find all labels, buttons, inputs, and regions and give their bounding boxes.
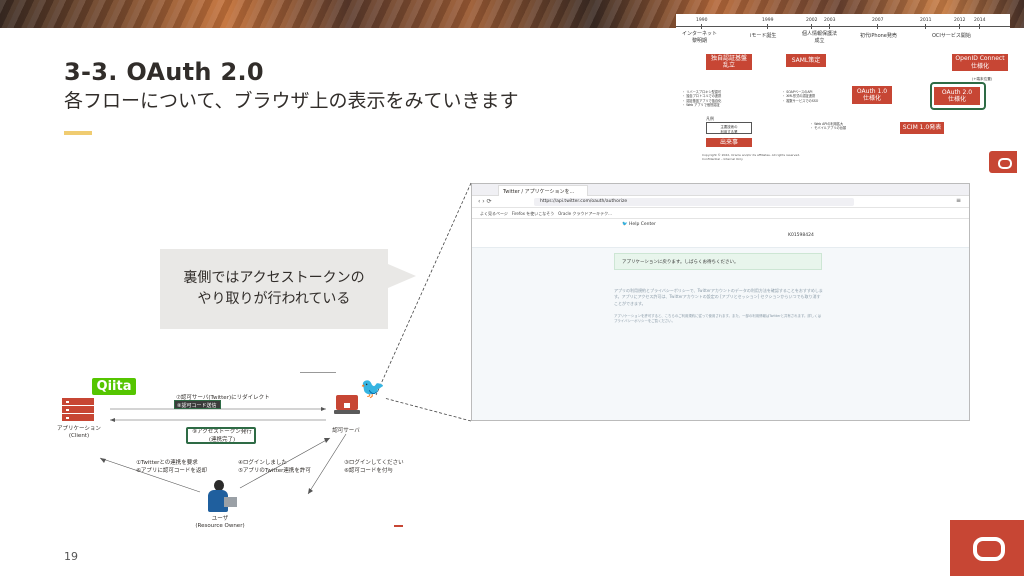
- bookmark-item[interactable]: よく見るページ: [480, 211, 508, 216]
- timeline-mobile-note: (+端末位置): [972, 77, 993, 81]
- oauth-history-timeline: 1990 1999 2002 2003 2007 2011 2012 2014 …: [676, 14, 1010, 164]
- page-number: 19: [64, 550, 78, 563]
- bookmark-item[interactable]: Firefox を使いこなそう: [512, 211, 555, 216]
- slide-subtitle: 各フローについて、ブラウザ上の表示をみていきます: [64, 90, 519, 112]
- redirect-alert: アプリケーションに戻ります。しばらくお待ちください。: [614, 253, 822, 270]
- profile-header: [472, 230, 969, 248]
- flow-login-label: ④ログインしました ⑤アプリのTwitter連携を許可: [238, 460, 311, 474]
- timeline-legend-event: 出来事: [706, 138, 752, 147]
- timeline-note-saml: ・ SOAPベースのAPI ・ XML形式の認証連携・ 複数サービスでのSSO: [782, 90, 819, 103]
- callout-line-2: やり取りが行われている: [197, 291, 351, 307]
- accent-mark: [394, 525, 403, 527]
- timeline-year: 2011: [920, 18, 932, 23]
- permission-text: アプリの利用規約とプライバシーポリシーで、Twitterアカウントのデータの利用…: [614, 288, 823, 306]
- timeline-label-privacy: 個人情報保護法 成立: [802, 31, 838, 44]
- user-label: ユーザ (Resource Owner): [195, 516, 245, 530]
- timeline-label-internet: インターネット 黎明期: [682, 31, 718, 44]
- browser-tab[interactable]: Twitter / アプリケーションを...: [498, 185, 588, 196]
- timeline-year: 2007: [872, 18, 884, 23]
- timeline-label-services: OCIサービス開始: [932, 33, 971, 39]
- timeline-box-saml: SAML策定: [786, 54, 826, 67]
- browser-tabbar: Twitter / アプリケーションを...: [472, 184, 969, 196]
- username: K01598424: [788, 233, 814, 238]
- flow-please-login-label: ③ログインしてください ⑥認可コードを付与: [344, 460, 404, 474]
- twitter-page: K01598424 アプリケーションに戻ります。しばらくお待ちください。 アプリ…: [472, 230, 969, 420]
- timeline-box-scim: SCIM 1.0発表: [900, 122, 944, 134]
- timeline-label-iphone: 初代iPhone発売: [860, 33, 897, 39]
- user-person-icon: [204, 480, 237, 514]
- highlight-oauth2: [930, 82, 986, 110]
- timeline-note: ・ リバースプロキシ型認可・ 独自プロトコルでの連携・ 認証基盤アプリで独自化・…: [682, 90, 722, 107]
- timeline-year: 1999: [762, 18, 774, 23]
- help-center-link[interactable]: Help Center: [629, 222, 656, 227]
- timeline-year: 2014: [974, 18, 986, 23]
- timeline-copyright: Copyright © 2022, Oracle and/or its affi…: [702, 153, 801, 161]
- timeline-box-oauth1: OAuth 1.0 仕様化: [852, 86, 892, 104]
- back-forward-icons[interactable]: ‹ › ⟳: [478, 198, 492, 205]
- server-icon: [62, 398, 94, 421]
- arrow-server-user: [307, 433, 347, 495]
- twitter-bird-icon: 🐦: [622, 222, 628, 227]
- connector-line: [383, 397, 472, 422]
- flow-code-label: ⑧認可コード送信: [174, 400, 221, 409]
- twitter-authorize-browser: Twitter / アプリケーションを... ‹ › ⟳ https://api…: [471, 183, 970, 421]
- timeline-legend-note: 主要技術の 利用する業: [706, 122, 752, 134]
- timeline-note-web: ・ Web APIの利用拡大・ モバイルアプリの台頭: [810, 122, 847, 131]
- oracle-side-icon: [989, 151, 1017, 173]
- address-bar[interactable]: https://api.twitter.com/oauth/authorize: [534, 198, 854, 206]
- accent-bar: [64, 131, 92, 135]
- timeline-legend-title: 凡例: [706, 116, 714, 121]
- browser-toolbar: ‹ › ⟳ https://api.twitter.com/oauth/auth…: [472, 196, 969, 208]
- bookmark-item[interactable]: Oracle クラウドアーキテク...: [558, 211, 612, 216]
- timeline-box-auth: 独自認証基盤 乱立: [706, 54, 752, 70]
- client-label: アプリケーション (Client): [57, 426, 101, 440]
- callout-bubble: 裏側ではアクセストークンの やり取りが行われている: [160, 249, 388, 329]
- slide-title: 3-3. OAuth 2.0: [64, 58, 264, 86]
- timeline-year: 1990: [696, 18, 708, 23]
- callout-line-1: 裏側ではアクセストークンの: [183, 270, 365, 286]
- twitter-bird-icon: 🐦: [360, 376, 385, 400]
- qiita-logo: Qiita: [92, 378, 136, 395]
- timeline-box-oidc: OpenID Connect 仕様化: [952, 54, 1008, 71]
- permission-text-2: アプリケーションを許可すると、こちらのご利用規約に従って使用されます。また、一部…: [614, 314, 821, 324]
- timeline-year: 2003: [824, 18, 836, 23]
- menu-icon[interactable]: ≡: [956, 197, 961, 204]
- lock-icon: [344, 403, 350, 408]
- timeline-year: 2012: [954, 18, 966, 23]
- timeline-label-imode: iモード誕生: [750, 33, 777, 39]
- timeline-year: 2002: [806, 18, 818, 23]
- callout-tail: [388, 264, 416, 288]
- flow-request-label: ①Twitterとの連携を要求 ⑥アプリに認可コードを返却: [136, 460, 207, 474]
- bookmarks-bar: よく見るページ Firefox を使いこなそう Oracle クラウドアーキテク…: [472, 209, 969, 219]
- connector-line: [375, 182, 472, 396]
- highlight-token: [186, 427, 256, 444]
- oracle-logo: [950, 520, 1024, 576]
- twitter-nav: 🐦 Help Center: [472, 220, 969, 230]
- auth-server-label: 認可サーバ: [332, 428, 360, 434]
- divider-line: [300, 372, 336, 373]
